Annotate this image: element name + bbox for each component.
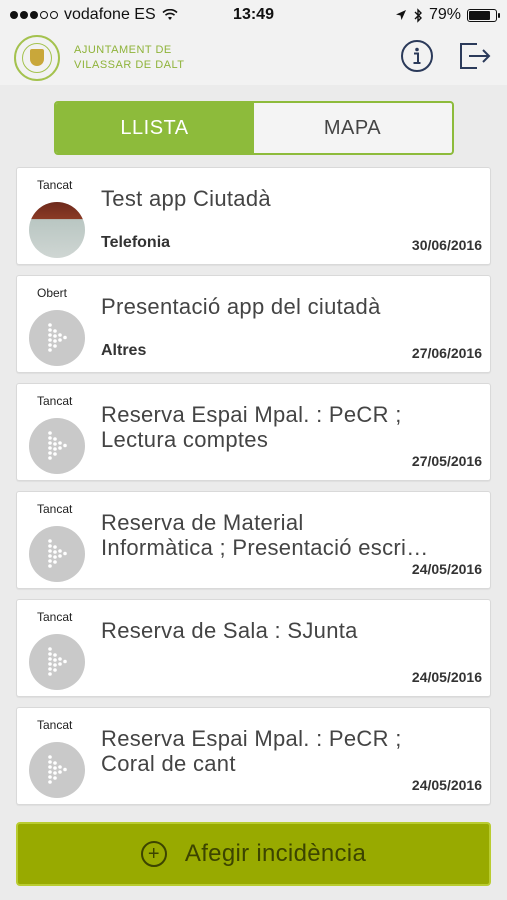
add-incident-button[interactable]: + Afegir incidència — [16, 822, 491, 886]
list-item[interactable]: Tancat Reserva Espai Mpal. : PeCR ; Cora… — [16, 707, 491, 805]
view-tabs: LLISTA MAPA — [53, 101, 454, 155]
item-date: 24/05/2016 — [411, 777, 482, 793]
arrow-placeholder-icon — [29, 634, 85, 690]
list-item[interactable]: Tancat Reserva de Sala : SJunta 24/05/20… — [16, 599, 491, 697]
incident-photo — [29, 202, 85, 258]
list-item[interactable]: Tancat Reserva de Material Informàtica ;… — [16, 491, 491, 589]
item-date: 27/05/2016 — [411, 453, 482, 469]
carrier-label: vodafone ES — [64, 6, 156, 23]
item-date: 27/06/2016 — [411, 345, 482, 361]
item-title-line1: Reserva Espai Mpal. : PeCR ; — [101, 402, 402, 427]
item-title-line2: Informàtica ; Presentació escri… — [101, 535, 429, 560]
bluetooth-icon — [414, 7, 422, 23]
item-title: Reserva de Sala : SJunta — [101, 618, 480, 643]
town-logo — [14, 34, 60, 81]
status-right: 79% — [395, 6, 500, 24]
wifi-icon — [162, 9, 178, 20]
item-title-line1: Reserva Espai Mpal. : PeCR ; — [101, 726, 402, 751]
info-icon — [401, 40, 433, 72]
battery-icon — [467, 8, 500, 22]
item-title: Presentació app del ciutadà — [101, 294, 480, 319]
item-date: 24/05/2016 — [411, 669, 482, 685]
item-title-line1: Reserva de Material — [101, 510, 304, 535]
item-title-line2: Lectura comptes — [101, 427, 269, 452]
status-label: Tancat — [37, 610, 73, 624]
item-title-line2: Coral de cant — [101, 751, 236, 776]
add-incident-label: Afegir incidència — [184, 840, 367, 867]
signal-icon — [10, 11, 58, 19]
battery-percent: 79% — [428, 6, 461, 23]
info-button[interactable] — [399, 38, 435, 74]
org-name-line2: VILASSAR DE DALT — [74, 58, 185, 71]
logout-button[interactable] — [457, 38, 493, 74]
incident-list: Tancat Test app Ciutadà Telefonia 30/06/… — [0, 167, 507, 805]
item-category: Telefonia — [101, 234, 171, 251]
item-title-line1: Reserva de Sala : SJunta — [101, 618, 358, 643]
item-title: Reserva Espai Mpal. : PeCR ; Coral de ca… — [101, 726, 480, 776]
status-label: Tancat — [37, 394, 73, 408]
status-label: Obert — [37, 286, 68, 300]
status-left: vodafone ES — [10, 6, 178, 24]
arrow-placeholder-icon — [29, 526, 85, 582]
location-arrow-icon — [395, 10, 406, 20]
list-item[interactable]: Obert Presentació app del ciutadà Altres… — [16, 275, 491, 373]
item-title-line1: Test app Ciutadà — [101, 186, 271, 211]
list-item[interactable]: Tancat Reserva Espai Mpal. : PeCR ; Lect… — [16, 383, 491, 481]
org-name: AJUNTAMENT DE VILASSAR DE DALT — [74, 43, 185, 73]
status-bar: vodafone ES 13:49 79% — [0, 0, 507, 30]
arrow-placeholder-icon — [29, 310, 85, 366]
org-name-line1: AJUNTAMENT DE — [74, 43, 172, 56]
item-title-line1: Presentació app del ciutadà — [101, 294, 381, 319]
plus-circle-icon: + — [140, 841, 167, 867]
item-title: Test app Ciutadà — [101, 186, 480, 211]
item-date: 24/05/2016 — [411, 561, 482, 577]
status-label: Tancat — [37, 178, 73, 192]
list-item[interactable]: Tancat Test app Ciutadà Telefonia 30/06/… — [16, 167, 491, 265]
logout-icon — [460, 43, 491, 69]
arrow-placeholder-icon — [29, 742, 85, 798]
tab-mapa[interactable]: MAPA — [254, 103, 452, 153]
status-label: Tancat — [37, 502, 73, 516]
status-label: Tancat — [37, 718, 73, 732]
item-title: Reserva de Material Informàtica ; Presen… — [101, 510, 480, 560]
status-time: 13:49 — [233, 6, 274, 23]
app-header: AJUNTAMENT DE VILASSAR DE DALT — [0, 30, 507, 85]
shield-icon — [30, 49, 44, 66]
item-title: Reserva Espai Mpal. : PeCR ; Lectura com… — [101, 402, 480, 452]
item-date: 30/06/2016 — [411, 237, 482, 253]
item-category: Altres — [101, 342, 147, 359]
tab-llista[interactable]: LLISTA — [55, 103, 254, 153]
arrow-placeholder-icon — [29, 418, 85, 474]
